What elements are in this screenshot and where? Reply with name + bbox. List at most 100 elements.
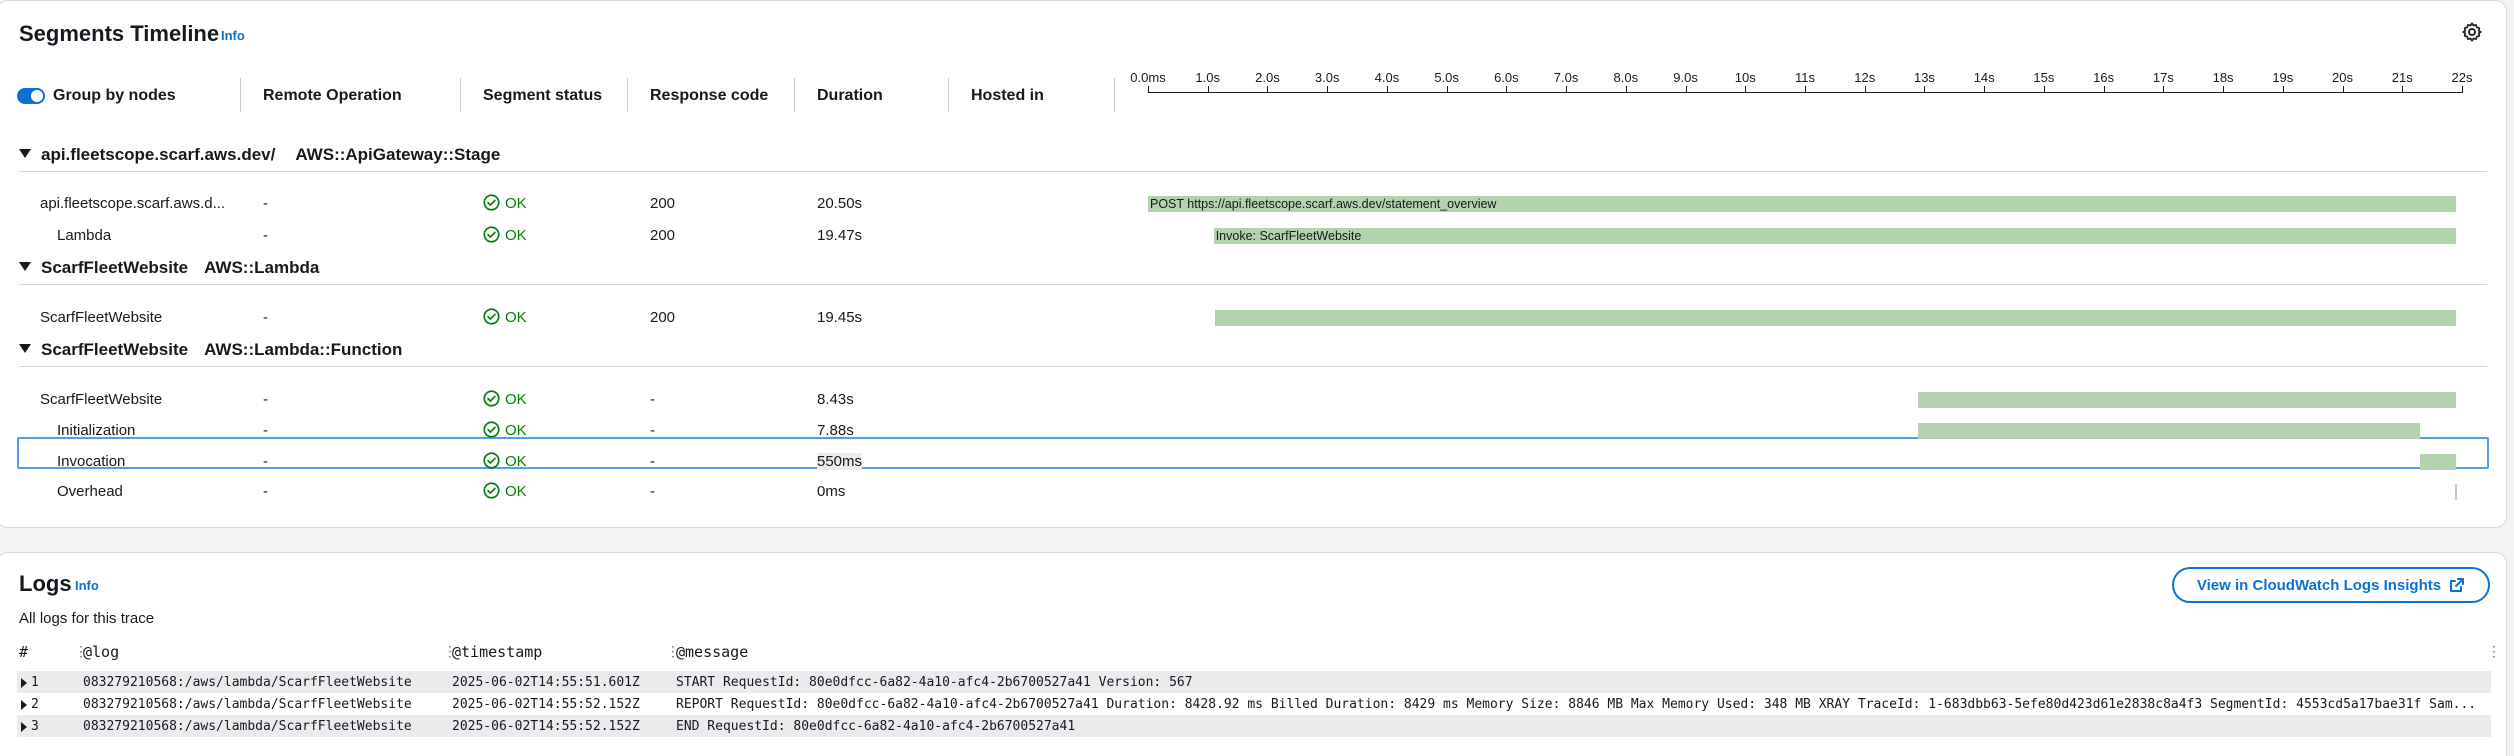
caret-down-icon[interactable]: [19, 262, 31, 272]
axis-tick-label: 6.0s: [1494, 70, 1519, 85]
duration-value: 550ms: [817, 453, 863, 470]
remote-operation-value: -: [263, 195, 268, 212]
log-message-cell: END RequestId: 80e0dfcc-6a82-4a10-afc4-2…: [676, 719, 1076, 734]
axis-tick-label: 11s: [1795, 70, 1815, 85]
logs-info-link[interactable]: Info: [75, 578, 99, 593]
divider: [19, 171, 2487, 172]
settings-gear-icon[interactable]: [2461, 21, 2483, 43]
column-divider[interactable]: [948, 78, 949, 112]
segment-bar[interactable]: [1918, 423, 2421, 439]
axis-tick-label: 10s: [1734, 70, 1756, 85]
log-row-index[interactable]: 1: [21, 675, 39, 690]
remote-operation-value: -: [263, 422, 268, 439]
axis-tick-label: 5.0s: [1434, 70, 1459, 85]
log-row-index[interactable]: 2: [21, 697, 39, 712]
axis-tick: [1386, 86, 1388, 93]
log-col-message[interactable]: @message: [676, 643, 748, 661]
log-col-index: #: [19, 643, 29, 661]
remote-operation-value: -: [263, 453, 268, 470]
segment-status: OK: [483, 452, 527, 470]
log-row-index[interactable]: 3: [21, 719, 39, 734]
segment-name[interactable]: Invocation: [57, 453, 125, 470]
segment-name[interactable]: ScarfFleetWebsite: [40, 391, 162, 408]
status-ok-icon: [483, 194, 500, 211]
duration-value: 19.47s: [817, 227, 863, 244]
group-by-nodes-toggle[interactable]: [17, 88, 45, 104]
axis-tick-label: 8.0s: [1613, 70, 1639, 85]
segment-bar[interactable]: [1918, 392, 2456, 408]
log-col-timestamp[interactable]: @timestamp: [452, 643, 542, 661]
group-type: AWS::Lambda::Function: [204, 340, 403, 359]
view-cloudwatch-button[interactable]: View in CloudWatch Logs Insights: [2172, 567, 2490, 603]
log-col-log[interactable]: @log: [83, 643, 119, 661]
segment-name[interactable]: api.fleetscope.scarf.aws.d...: [40, 195, 225, 212]
response-code-value: -: [650, 453, 655, 470]
log-timestamp-cell: 2025-06-02T14:55:52.152Z: [452, 719, 640, 734]
remote-operation-value: -: [263, 391, 268, 408]
group-name: api.fleetscope.scarf.aws.dev/: [41, 145, 276, 164]
response-code-value: 200: [650, 309, 676, 326]
col-remote-operation[interactable]: Remote Operation: [263, 87, 402, 105]
expand-row-icon[interactable]: [21, 721, 27, 732]
status-text: OK: [505, 453, 527, 470]
segment-name[interactable]: ScarfFleetWebsite: [40, 309, 162, 326]
segment-bar[interactable]: POST https://api.fleetscope.scarf.aws.de…: [1148, 196, 2457, 212]
response-code-value: -: [650, 483, 655, 500]
segment-bar[interactable]: [2454, 484, 2457, 500]
axis-tick-label: 3.0s: [1314, 70, 1340, 85]
axis-tick-label: 21s: [2391, 70, 2413, 85]
status-text: OK: [505, 309, 527, 326]
segment-bar-label: POST https://api.fleetscope.scarf.aws.de…: [1150, 197, 1497, 211]
axis-tick: [1685, 86, 1687, 93]
axis-tick: [2103, 86, 2105, 93]
caret-down-icon[interactable]: [19, 344, 31, 354]
column-divider[interactable]: [460, 78, 461, 112]
response-code-value: -: [650, 391, 655, 408]
segment-name[interactable]: Initialization: [57, 422, 135, 439]
segment-status: OK: [483, 194, 527, 212]
segment-name[interactable]: Overhead: [57, 483, 123, 500]
column-divider[interactable]: [794, 78, 795, 112]
status-ok-icon: [483, 226, 500, 243]
axis-tick-label: 9.0s: [1673, 70, 1698, 85]
group-type: AWS::ApiGateway::Stage: [295, 145, 501, 164]
column-divider[interactable]: [1114, 78, 1115, 112]
col-duration[interactable]: Duration: [817, 87, 883, 105]
remote-operation-value: -: [263, 483, 268, 500]
col-hosted-in[interactable]: Hosted in: [971, 87, 1044, 105]
log-index-text: 1: [31, 675, 39, 690]
selected-row-highlight: [17, 437, 2489, 469]
group-header-lambda-function[interactable]: ScarfFleetWebsite AWS::Lambda::Function: [19, 340, 402, 360]
column-divider[interactable]: [240, 78, 241, 112]
group-header-apigateway[interactable]: api.fleetscope.scarf.aws.dev/AWS::ApiGat…: [19, 145, 500, 165]
expand-row-icon[interactable]: [21, 677, 27, 688]
group-name: ScarfFleetWebsite: [41, 258, 189, 277]
duration-value: 8.43s: [817, 391, 854, 408]
axis-tick: [1446, 86, 1448, 93]
status-ok-icon: [483, 421, 500, 438]
column-divider[interactable]: [627, 78, 628, 112]
column-resize-icon[interactable]: ⋮: [2487, 643, 2501, 660]
caret-down-icon[interactable]: [19, 149, 31, 159]
col-response-code[interactable]: Response code: [650, 87, 768, 105]
log-index-text: 2: [31, 697, 39, 712]
segment-bar[interactable]: [2420, 454, 2457, 470]
segment-bar[interactable]: Invoke: ScarfFleetWebsite: [1213, 228, 2456, 244]
col-segment-status[interactable]: Segment status: [483, 87, 602, 105]
axis-tick: [2163, 86, 2165, 93]
axis-tick: [1745, 86, 1747, 93]
group-header-lambda[interactable]: ScarfFleetWebsite AWS::Lambda: [19, 258, 319, 278]
divider: [19, 366, 2487, 367]
axis-tick: [1924, 86, 1926, 93]
segments-timeline-panel: Segments Timeline Info Group by nodes Re…: [0, 0, 2507, 528]
group-name: ScarfFleetWebsite: [41, 340, 189, 359]
expand-row-icon[interactable]: [21, 699, 27, 710]
axis-tick: [1864, 86, 1866, 93]
segment-name[interactable]: Lambda: [57, 227, 111, 244]
axis-tick: [1207, 86, 1209, 93]
axis-tick-label: 2.0s: [1255, 70, 1280, 85]
segment-bar[interactable]: [1214, 310, 2457, 326]
timeline-info-link[interactable]: Info: [221, 28, 245, 43]
axis-tick: [1805, 86, 1806, 93]
axis-tick: [2342, 86, 2344, 93]
